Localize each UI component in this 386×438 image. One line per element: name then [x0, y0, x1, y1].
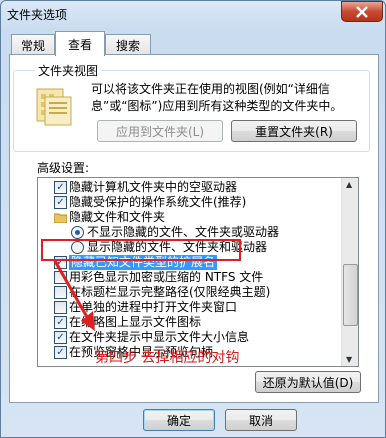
- folder-options-window: 文件夹选项 常规 查看 搜索 文件夹视图 可以将该文件夹正在使用的视图(例如“详…: [0, 0, 386, 438]
- folder-icon: [54, 213, 67, 223]
- checkbox[interactable]: ✓: [54, 181, 67, 194]
- reset-folders-button[interactable]: 重置文件夹(R): [231, 120, 357, 142]
- restore-defaults-button[interactable]: 还原为默认值(D): [255, 371, 361, 393]
- close-icon: [356, 5, 368, 18]
- window-title: 文件夹选项: [7, 8, 68, 22]
- scroll-down-arrow-icon[interactable]: ▼: [346, 355, 352, 364]
- list-item[interactable]: ✓ 隐藏受保护的操作系统文件(推荐): [38, 195, 341, 210]
- radio-button[interactable]: [71, 226, 84, 239]
- scroll-up-arrow-icon[interactable]: ▲: [346, 180, 352, 189]
- close-button[interactable]: [341, 1, 383, 22]
- step-annotation: 第四步 去掉相应的对钩: [95, 350, 240, 366]
- tab-general[interactable]: 常规: [11, 34, 55, 55]
- tab-search[interactable]: 搜索: [105, 34, 151, 55]
- red-arrow-icon: [53, 260, 95, 331]
- folder-views-description: 可以将该文件夹正在使用的视图(例如“详细信息”或“图标”)应用到所有这种类型的文…: [91, 82, 343, 113]
- advanced-settings-label: 高级设置:: [37, 161, 90, 175]
- apply-to-folders-button[interactable]: 应用到文件夹(L): [97, 120, 223, 142]
- list-item: 隐藏文件和文件夹: [38, 210, 341, 225]
- scroll-thumb[interactable]: [343, 264, 358, 326]
- list-item[interactable]: ✓ 隐藏计算机文件夹中的空驱动器: [38, 180, 341, 195]
- checkbox[interactable]: ✓: [54, 346, 67, 359]
- list-scrollbar[interactable]: ▲ ▼: [341, 178, 358, 366]
- folder-views-title: 文件夹视图: [35, 62, 102, 79]
- highlight-annotation-box: [41, 239, 241, 261]
- list-item[interactable]: 不显示隐藏的文件、文件夹或驱动器: [38, 225, 341, 240]
- cancel-button[interactable]: 取消: [225, 409, 297, 431]
- ok-button[interactable]: 确定: [143, 409, 215, 431]
- checkbox[interactable]: ✓: [54, 196, 67, 209]
- tab-view[interactable]: 查看: [55, 31, 105, 56]
- folder-view-icon: [36, 88, 72, 126]
